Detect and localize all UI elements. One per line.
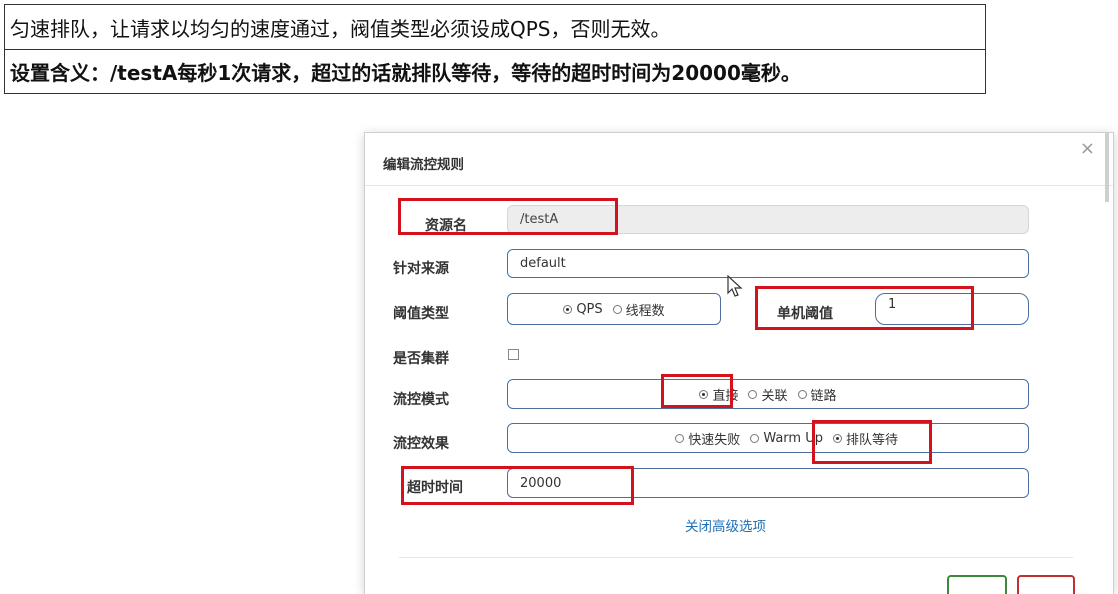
radio-thread-count-label: 线程数	[625, 303, 665, 319]
single-threshold-label: 单机阈值	[777, 306, 833, 322]
radio-chain-label: 链路	[810, 388, 837, 404]
single-threshold-input[interactable]: 1	[875, 293, 1029, 325]
single-threshold-value: 1	[888, 296, 897, 312]
radio-qps-label: QPS	[576, 301, 603, 317]
save-button[interactable]	[947, 575, 1007, 594]
radio-warm-up-dot[interactable]	[750, 433, 760, 443]
timeout-value: 20000	[520, 475, 562, 491]
radio-direct-dot[interactable]	[699, 389, 709, 399]
radio-queue-label: 排队等待	[845, 432, 898, 448]
resource-label: 资源名	[425, 218, 467, 234]
source-label: 针对来源	[393, 261, 449, 277]
radio-qps[interactable]: QPS	[563, 301, 603, 317]
scrollbar[interactable]	[1105, 132, 1109, 202]
threshold-type-label: 阈值类型	[393, 306, 449, 322]
flow-effect-label: 流控效果	[393, 436, 449, 452]
flow-mode-label: 流控模式	[393, 392, 449, 408]
cancel-button[interactable]	[1017, 575, 1075, 594]
radio-fast-fail-label: 快速失败	[688, 432, 741, 448]
radio-related[interactable]: 关联	[748, 385, 788, 404]
timeout-input[interactable]: 20000	[507, 468, 1029, 498]
radio-related-dot[interactable]	[748, 389, 758, 399]
close-icon[interactable]: ×	[1080, 140, 1095, 158]
footer-divider	[399, 557, 1073, 558]
flow-effect-group: 快速失败 Warm Up 排队等待	[507, 423, 1029, 453]
close-advanced-options-link[interactable]: 关闭高级选项	[685, 515, 766, 535]
note-table: 匀速排队，让请求以均匀的速度通过，阀值类型必须设成QPS，否则无效。 设置含义：…	[4, 4, 986, 94]
radio-warm-up[interactable]: Warm Up	[750, 431, 823, 446]
radio-thread-count[interactable]: 线程数	[612, 300, 665, 319]
radio-queue[interactable]: 排队等待	[832, 429, 898, 448]
radio-fast-fail-dot[interactable]	[675, 433, 685, 443]
radio-direct[interactable]: 直接	[699, 385, 738, 404]
dialog-title: 编辑流控规则	[383, 157, 464, 173]
note-line-1: 匀速排队，让请求以均匀的速度通过，阀值类型必须设成QPS，否则无效。	[10, 16, 671, 41]
radio-fast-fail[interactable]: 快速失败	[675, 429, 740, 448]
threshold-type-group: QPS 线程数	[507, 293, 721, 325]
timeout-label: 超时时间	[407, 480, 463, 496]
source-value: default	[520, 256, 566, 271]
radio-warm-up-label: Warm Up	[763, 430, 823, 446]
radio-queue-dot[interactable]	[832, 433, 842, 443]
radio-thread-count-dot[interactable]	[612, 304, 622, 314]
cluster-checkbox[interactable]	[508, 349, 519, 360]
edit-flow-rule-dialog: 编辑流控规则 × 资源名 /testA 针对来源 default 阈值类型 QP…	[364, 132, 1114, 594]
resource-input[interactable]: /testA	[507, 205, 1029, 234]
flow-mode-group: 直接 关联 链路	[507, 379, 1029, 409]
radio-direct-label: 直接	[712, 388, 739, 404]
cluster-label: 是否集群	[393, 351, 449, 367]
radio-qps-dot[interactable]	[563, 304, 573, 314]
mouse-cursor-icon	[727, 275, 743, 297]
radio-chain[interactable]: 链路	[797, 385, 837, 404]
radio-chain-dot[interactable]	[797, 389, 807, 399]
radio-related-label: 关联	[761, 388, 788, 404]
note-line-2: 设置含义：/testA每秒1次请求，超过的话就排队等待，等待的超时时间为2000…	[5, 49, 985, 93]
source-input[interactable]: default	[507, 249, 1029, 278]
resource-value: /testA	[520, 212, 559, 227]
title-divider	[365, 185, 1113, 186]
